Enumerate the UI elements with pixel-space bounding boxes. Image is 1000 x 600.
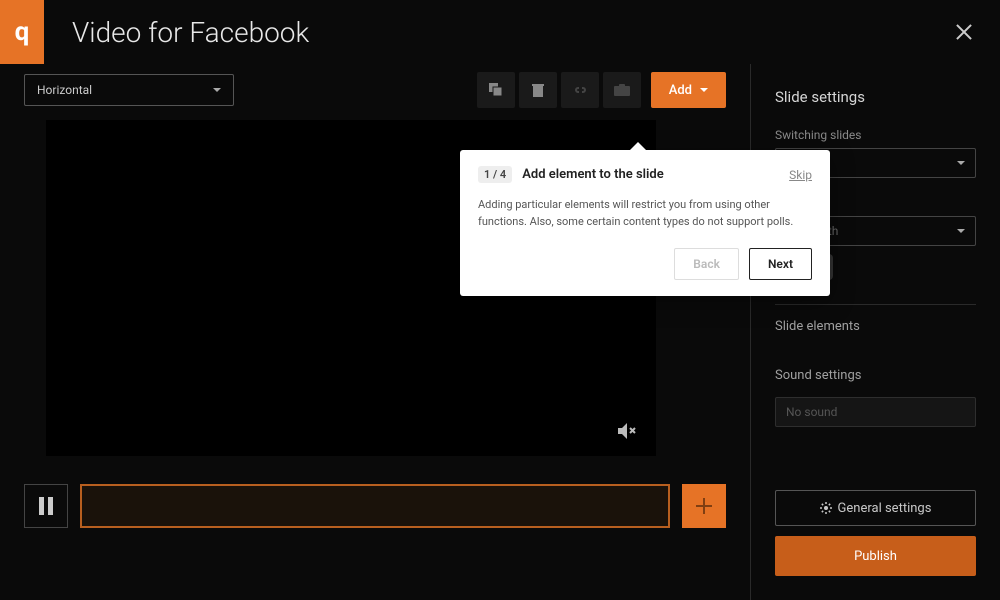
sound-select[interactable]: No sound (775, 397, 976, 427)
popover-actions: Back Next (478, 248, 812, 280)
switching-label: Switching slides (775, 128, 976, 142)
add-element-button[interactable]: Add (651, 72, 726, 108)
editor-toolbar-row: Horizontal Add (24, 72, 726, 108)
sound-settings-title: Sound settings (775, 368, 976, 383)
sidebar: Slide settings Switching slides on ext l… (750, 64, 1000, 600)
popover-header: 1 / 4 Add element to the slide Skip (478, 166, 812, 183)
copy-icon (489, 83, 503, 97)
camera-icon (614, 84, 630, 96)
add-button-label: Add (669, 83, 692, 98)
main: Horizontal Add (0, 64, 1000, 600)
chevron-down-icon (213, 88, 221, 92)
close-icon[interactable] (952, 20, 976, 44)
orientation-value: Horizontal (37, 83, 92, 97)
mute-button[interactable] (616, 420, 638, 442)
page-title: Video for Facebook (72, 16, 309, 49)
sidebar-actions: General settings Publish (775, 490, 976, 576)
sound-value: No sound (786, 405, 837, 419)
plus-icon (694, 496, 714, 516)
chevron-down-icon (957, 161, 965, 165)
step-indicator: 1 / 4 (478, 166, 512, 183)
pause-icon (39, 497, 53, 515)
link-icon (572, 85, 588, 95)
speaker-icon (618, 423, 627, 439)
chevron-down-icon (700, 88, 708, 92)
add-slide-button[interactable] (682, 484, 726, 528)
popover-title: Add element to the slide (522, 167, 663, 182)
timeline-track[interactable] (80, 484, 670, 528)
skip-link[interactable]: Skip (789, 168, 812, 182)
camera-button[interactable] (603, 72, 641, 108)
general-settings-label: General settings (838, 501, 932, 516)
publish-label: Publish (854, 549, 897, 564)
link-button[interactable] (561, 72, 599, 108)
next-button[interactable]: Next (749, 248, 812, 280)
popover-body: Adding particular elements will restrict… (478, 197, 812, 230)
duplicate-button[interactable] (477, 72, 515, 108)
app-logo: q (0, 0, 44, 64)
header: q Video for Facebook (0, 0, 1000, 64)
general-settings-button[interactable]: General settings (775, 490, 976, 526)
slide-elements-title: Slide elements (775, 319, 976, 334)
onboarding-popover: 1 / 4 Add element to the slide Skip Addi… (460, 150, 830, 296)
toolbar: Add (477, 72, 726, 108)
chevron-down-icon (957, 229, 965, 233)
pause-button[interactable] (24, 484, 68, 528)
gear-icon (820, 502, 832, 514)
orientation-select[interactable]: Horizontal (24, 74, 234, 106)
logo-letter: q (15, 17, 30, 47)
x-icon (630, 428, 635, 433)
trash-icon (532, 83, 544, 97)
back-label: Back (693, 257, 720, 271)
timeline-row (24, 484, 726, 528)
back-button: Back (674, 248, 739, 280)
publish-button[interactable]: Publish (775, 536, 976, 576)
delete-button[interactable] (519, 72, 557, 108)
divider (775, 304, 976, 305)
next-label: Next (768, 257, 793, 271)
sidebar-title: Slide settings (775, 88, 976, 106)
